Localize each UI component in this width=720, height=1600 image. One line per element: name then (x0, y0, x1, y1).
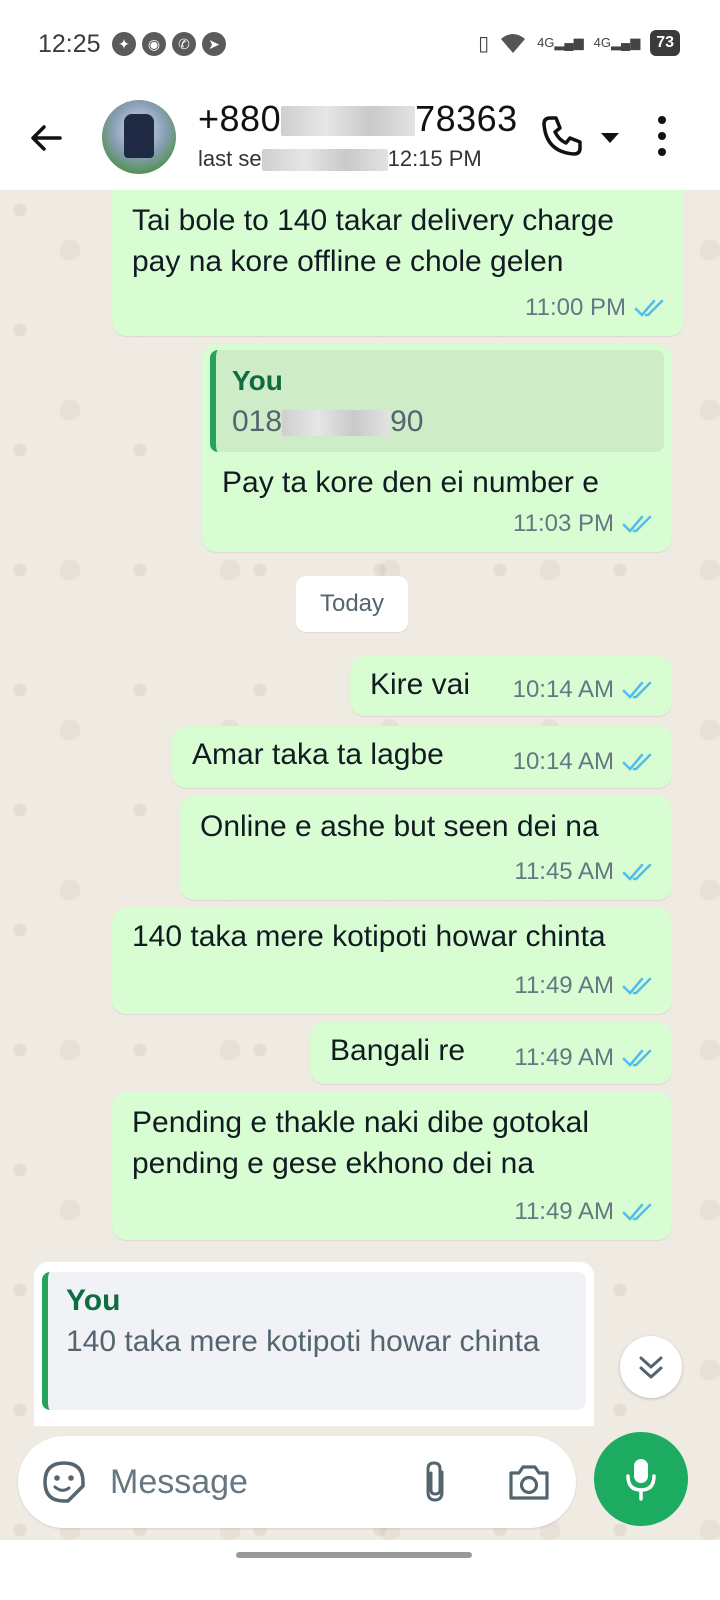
reply-author: You (66, 1284, 121, 1317)
signal-1-icon: 4G▂▄▆ (537, 35, 584, 50)
quote-author: You (232, 365, 283, 396)
double-check-icon (622, 863, 652, 881)
message-bubble[interactable]: Amar taka ta lagbe 10:14 AM (172, 726, 672, 788)
contact-name[interactable]: +880 78363 (198, 98, 518, 140)
battery-indicator: 73 (650, 30, 680, 56)
wifi-icon (501, 34, 526, 53)
status-bar: 12:25 ✦ ◉ ✆ ➤ ▯ 4G▂▄▆ 4G▂▄▆ 73 (0, 0, 720, 90)
message-meta: 11:45 AM (514, 851, 656, 892)
message-text: 140 taka mere kotipoti howar chinta (132, 920, 606, 953)
double-check-icon (622, 1049, 652, 1067)
double-check-icon (622, 753, 652, 771)
message-bubble[interactable]: Bangali re 11:49 AM (310, 1022, 672, 1084)
signal-2-icon: 4G▂▄▆ (593, 35, 641, 50)
date-divider: Today (296, 576, 408, 632)
message-meta: 10:14 AM (513, 741, 656, 782)
whatsapp-icon: ✆ (172, 32, 196, 56)
message-time: 11:00 PM (525, 294, 626, 321)
status-time: 12:25 (38, 30, 101, 58)
message-text: Pay ta kore den ei number e (222, 466, 599, 499)
message-time: 10:14 AM (512, 748, 614, 775)
message-time: 11:49 AM (514, 972, 614, 999)
redacted-text (261, 149, 388, 172)
system-nav-bar (0, 1540, 720, 1600)
message-meta: 11:49 AM (514, 1037, 656, 1078)
scroll-to-bottom-button[interactable] (620, 1336, 682, 1398)
message-time: 11:03 PM (513, 510, 614, 537)
message-meta: 11:49 AM (514, 965, 656, 1006)
quote-text: 018 90 (232, 405, 424, 438)
quoted-message[interactable]: You 018 90 (210, 350, 664, 452)
voice-call-icon[interactable] (538, 112, 586, 160)
double-check-icon (622, 681, 652, 699)
vibrate-icon: ▯ (478, 32, 490, 55)
message-bubble[interactable]: 140 taka mere kotipoti howar chinta 11:4… (112, 908, 672, 1014)
double-chevron-down-icon (639, 1356, 663, 1379)
message-input[interactable] (110, 1452, 400, 1512)
message-meta: 10:14 AM (513, 669, 656, 710)
home-indicator[interactable] (236, 1552, 472, 1558)
message-text: Pending e thakle naki dibe gotokal pendi… (132, 1106, 590, 1180)
message-time: 10:14 AM (512, 676, 614, 703)
discord-icon: ◉ (142, 32, 166, 56)
voice-message-button[interactable] (594, 1432, 688, 1526)
message-time: 11:49 AM (514, 1044, 614, 1071)
double-check-icon (622, 977, 652, 995)
message-bubble[interactable]: Tai bole to 140 takar delivery charge pa… (112, 190, 684, 336)
last-seen-status: last se 12:15 PM (198, 146, 482, 172)
back-arrow-icon[interactable] (26, 118, 66, 158)
message-text: Online e ashe but seen dei na (200, 810, 599, 843)
reply-text: 140 taka mere kotipoti howar chinta (66, 1325, 540, 1358)
camera-icon[interactable] (506, 1460, 552, 1504)
chevron-down-icon[interactable] (598, 130, 622, 146)
message-meta: 11:49 AM (514, 1191, 656, 1232)
message-time: 11:49 AM (514, 1198, 614, 1225)
message-bubble[interactable]: Online e ashe but seen dei na 11:45 AM (180, 796, 672, 900)
message-meta: 11:03 PM (513, 503, 656, 544)
contact-avatar[interactable] (102, 100, 176, 174)
message-bubble[interactable]: Pending e thakle naki dibe gotokal pendi… (112, 1092, 672, 1240)
reply-quote[interactable]: You 140 taka mere kotipoti howar chinta (42, 1272, 586, 1410)
message-time: 11:45 AM (514, 858, 614, 885)
microphone-icon (626, 1459, 656, 1501)
chat-header: +880 78363 last se 12:15 PM (0, 90, 720, 190)
sticker-icon[interactable] (42, 1460, 86, 1504)
status-right: ▯ 4G▂▄▆ 4G▂▄▆ 73 (478, 30, 680, 56)
telegram-icon: ➤ (202, 32, 226, 56)
reply-preview[interactable]: You 140 taka mere kotipoti howar chinta (34, 1262, 594, 1426)
message-composer (18, 1436, 576, 1528)
messenger-icon: ✦ (112, 32, 136, 56)
message-bubble[interactable]: You 018 90 Pay ta kore den ei number e 11… (202, 344, 672, 552)
double-check-icon (622, 1203, 652, 1221)
redacted-number (281, 106, 416, 137)
more-options-icon[interactable] (652, 114, 672, 158)
notification-icons: ✦ ◉ ✆ ➤ (112, 32, 226, 56)
attachment-icon[interactable] (416, 1458, 456, 1506)
message-bubble[interactable]: Kire vai 10:14 AM (350, 656, 672, 716)
double-check-icon (634, 299, 664, 317)
message-meta: 11:00 PM (525, 287, 668, 328)
message-text: Tai bole to 140 takar delivery charge pa… (132, 204, 614, 278)
redacted-number (282, 410, 391, 437)
double-check-icon (622, 515, 652, 533)
